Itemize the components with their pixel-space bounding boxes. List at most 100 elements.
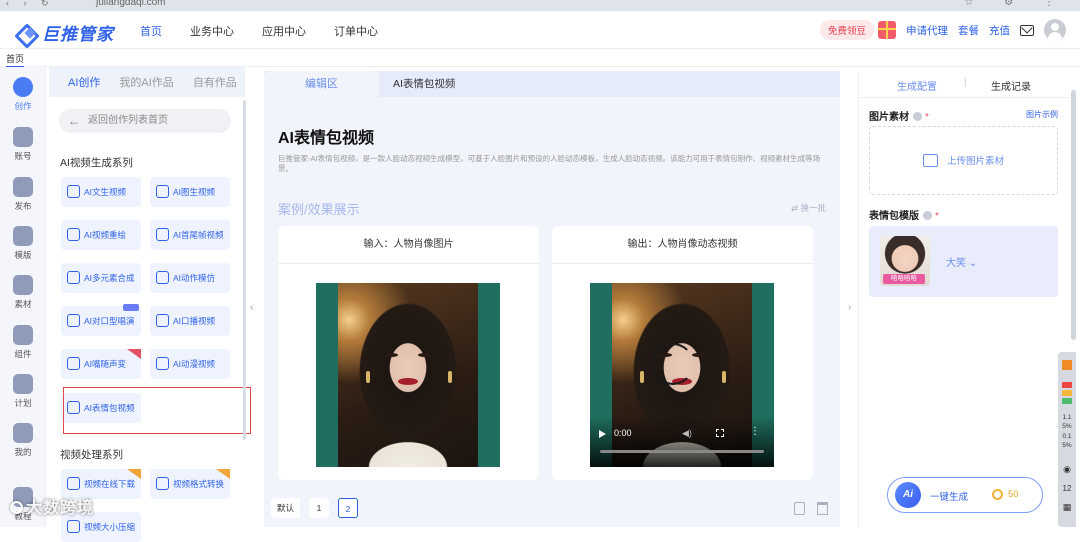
play-icon[interactable]: [599, 430, 606, 438]
recharge-link[interactable]: 充值: [989, 23, 1010, 38]
page-2-button[interactable]: 2: [338, 498, 359, 518]
sort-default-button[interactable]: 默认: [271, 498, 301, 518]
collapse-left-icon[interactable]: ‹: [250, 302, 253, 313]
card-format-convert[interactable]: 视频格式转换: [150, 469, 230, 499]
browser-nav-icons[interactable]: ‹ › ↻: [6, 0, 55, 9]
avatar[interactable]: [1044, 19, 1066, 41]
input-label: 输入：人物肖像图片: [278, 226, 539, 264]
loading-spinner-icon: [652, 343, 694, 385]
page-scrollbar[interactable]: [1071, 90, 1076, 340]
plans-link[interactable]: 套餐: [958, 23, 979, 38]
generate-label: 一键生成: [930, 492, 969, 503]
chat-icon[interactable]: ◉: [1061, 464, 1073, 475]
tab-generate-config[interactable]: 生成配置: [897, 78, 937, 93]
copy-icon[interactable]: [794, 502, 805, 515]
card-lip-sync-sing[interactable]: AI对口型唱演: [61, 304, 141, 336]
ext-value: 0.1: [1062, 433, 1072, 440]
page-description: 巨推管家-AI表情包视频，是一款人脸动态视频生成模型，可基于人脸图片和预设的人脸…: [278, 154, 821, 173]
rail-item-template[interactable]: 模版: [0, 226, 46, 261]
card-multi-element[interactable]: AI多元素合成: [61, 263, 141, 293]
card-first-last-frame[interactable]: AI首尾帧视频: [150, 220, 230, 250]
portrait-lips: [398, 378, 418, 385]
hot-badge: [127, 349, 141, 359]
portrait-earring: [448, 371, 452, 383]
address-bar[interactable]: juliangdaqi.com: [96, 0, 166, 8]
trash-icon[interactable]: [817, 502, 828, 515]
fullscreen-icon[interactable]: [716, 429, 724, 437]
extension-icon[interactable]: [1062, 360, 1072, 370]
page-tabs: 首页: [0, 49, 1080, 67]
rail-item-publish[interactable]: 发布: [0, 177, 46, 212]
gift-icon[interactable]: [878, 21, 896, 39]
card-anime-video[interactable]: AI动漫视频: [150, 349, 230, 379]
card-video-redraw[interactable]: AI视频重绘: [61, 220, 141, 250]
create-icon: [13, 77, 33, 97]
card-image-to-video[interactable]: AI图生视频: [150, 177, 230, 207]
image-example-link[interactable]: 图片示例: [1026, 109, 1058, 120]
volume-icon[interactable]: ◀): [682, 428, 692, 439]
page-tab-home[interactable]: 首页: [6, 52, 25, 67]
grid-icon[interactable]: ▦: [1061, 502, 1073, 513]
ext-value: 1.1: [1062, 414, 1072, 421]
motion-icon: [156, 271, 169, 284]
template-label: 表情包模版 *: [869, 211, 939, 222]
generate-button[interactable]: Ai 一键生成 50: [887, 477, 1043, 513]
collapse-right-icon[interactable]: ›: [848, 302, 851, 313]
rail-item-plan[interactable]: 计划: [0, 374, 46, 409]
tab-my-ai-works[interactable]: 我的AI作品: [119, 74, 173, 90]
free-beans-button[interactable]: 免费领豆: [819, 20, 874, 40]
portrait-earring: [366, 371, 370, 383]
section-ai-video: AI视频生成系列: [60, 157, 133, 169]
nav-apps[interactable]: 应用中心: [262, 23, 306, 39]
card-motion-mimic[interactable]: AI动作模仿: [150, 263, 230, 293]
new-badge: [123, 304, 139, 311]
input-pane: 输入：人物肖像图片: [278, 226, 539, 480]
tab-ai-create[interactable]: AI创作: [68, 74, 100, 90]
tab-editor[interactable]: 编辑区: [264, 71, 379, 97]
page-title: AI表情包视频: [278, 130, 375, 147]
hot-badge: [127, 469, 141, 479]
config-tabs: 生成配置 | 生成记录: [859, 71, 1069, 98]
browser-action-icons[interactable]: ☆ ⚙ ⋮: [965, 0, 1069, 8]
help-icon[interactable]: [913, 112, 922, 121]
video-progress-track[interactable]: [600, 450, 764, 453]
portrait-earring: [722, 371, 726, 383]
panel-scrollbar[interactable]: [243, 100, 246, 440]
lip-sync-icon: [67, 314, 80, 327]
ext-value: 5%: [1062, 423, 1072, 430]
nav-orders[interactable]: 订单中心: [334, 23, 378, 39]
logo-icon: [18, 24, 38, 42]
card-talking-video[interactable]: AI口播视频: [150, 306, 230, 336]
rail-item-component[interactable]: 组件: [0, 325, 46, 360]
template-tag: 哈哈哈哈: [883, 274, 925, 284]
back-to-list-button[interactable]: 返回创作列表首页: [59, 109, 231, 133]
portrait-eye: [385, 353, 398, 357]
tab-generate-records[interactable]: 生成记录: [991, 78, 1031, 93]
rail-item-account[interactable]: 账号: [0, 127, 46, 162]
creation-tabs: AI创作 我的AI作品 自有作品: [49, 67, 245, 97]
tab-own-works[interactable]: 自有作品: [193, 74, 237, 90]
apply-agent-link[interactable]: 申请代理: [906, 23, 948, 38]
nav-home[interactable]: 首页: [140, 23, 162, 39]
mail-icon[interactable]: [1020, 24, 1034, 36]
upload-image-area[interactable]: 上传图片素材: [869, 126, 1058, 195]
page-1-button[interactable]: 1: [309, 498, 330, 518]
output-pane: 输出：人物肖像动态视频 0:00 ◀) ⋮: [552, 226, 813, 480]
rail-item-material[interactable]: 素材: [0, 275, 46, 310]
rail-item-create[interactable]: 创作: [0, 77, 46, 112]
card-text-to-video[interactable]: AI文生视频: [61, 177, 141, 207]
rail-item-mine[interactable]: 我的: [0, 423, 46, 458]
top-bar: 巨推管家 首页 业务中心 应用中心 订单中心 免费领豆 申请代理 套餐 充值: [0, 11, 1080, 49]
main-nav: 首页 业务中心 应用中心 订单中心: [140, 23, 406, 39]
swap-batch-button[interactable]: ⇄ 换一批: [791, 202, 826, 214]
emoji-template-select[interactable]: 哈哈哈哈 大笑 ⌄: [869, 226, 1058, 297]
nav-business[interactable]: 业务中心: [190, 23, 234, 39]
tab-separator: |: [964, 77, 967, 88]
more-options-icon[interactable]: ⋮: [750, 426, 760, 437]
help-icon[interactable]: [923, 211, 932, 220]
image-video-icon: [156, 185, 169, 198]
redraw-icon: [67, 228, 80, 241]
tab-emoji-video[interactable]: AI表情包视频: [393, 71, 455, 97]
brand-logo[interactable]: 巨推管家: [18, 20, 114, 45]
card-mouth-voice[interactable]: AI嘴随声变: [61, 349, 141, 379]
